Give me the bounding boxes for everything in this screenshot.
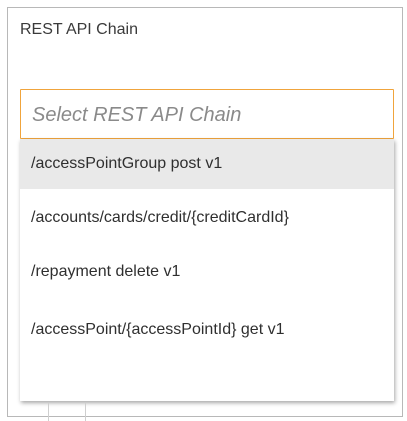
dropdown-menu: /accessPointGroup post v1 /accounts/card… [20,139,394,401]
rest-api-chain-panel: REST API Chain Select REST API Chain /ac… [7,7,403,421]
dropdown-option-label: /repayment delete v1 [31,263,181,280]
dropdown-option[interactable]: /repayment delete v1 [20,245,394,299]
rest-api-chain-select[interactable]: Select REST API Chain [20,89,394,139]
dropdown-option-label: /accessPointGroup post v1 [31,155,223,172]
dropdown-option[interactable]: /accessPointGroup post v1 [20,139,394,189]
dropdown-option-label: /accessPoint/{accessPointId} get v1 [31,321,285,338]
underlying-control-edge [48,403,86,421]
dropdown-option[interactable]: /accessPoint/{accessPointId} get v1 [20,299,394,361]
select-placeholder: Select REST API Chain [32,104,242,126]
dropdown-option[interactable]: /accounts/cards/credit/{creditCardId} [20,191,394,245]
dropdown-option-label: /accounts/cards/credit/{creditCardId} [31,209,289,226]
field-label: REST API Chain [20,21,138,38]
